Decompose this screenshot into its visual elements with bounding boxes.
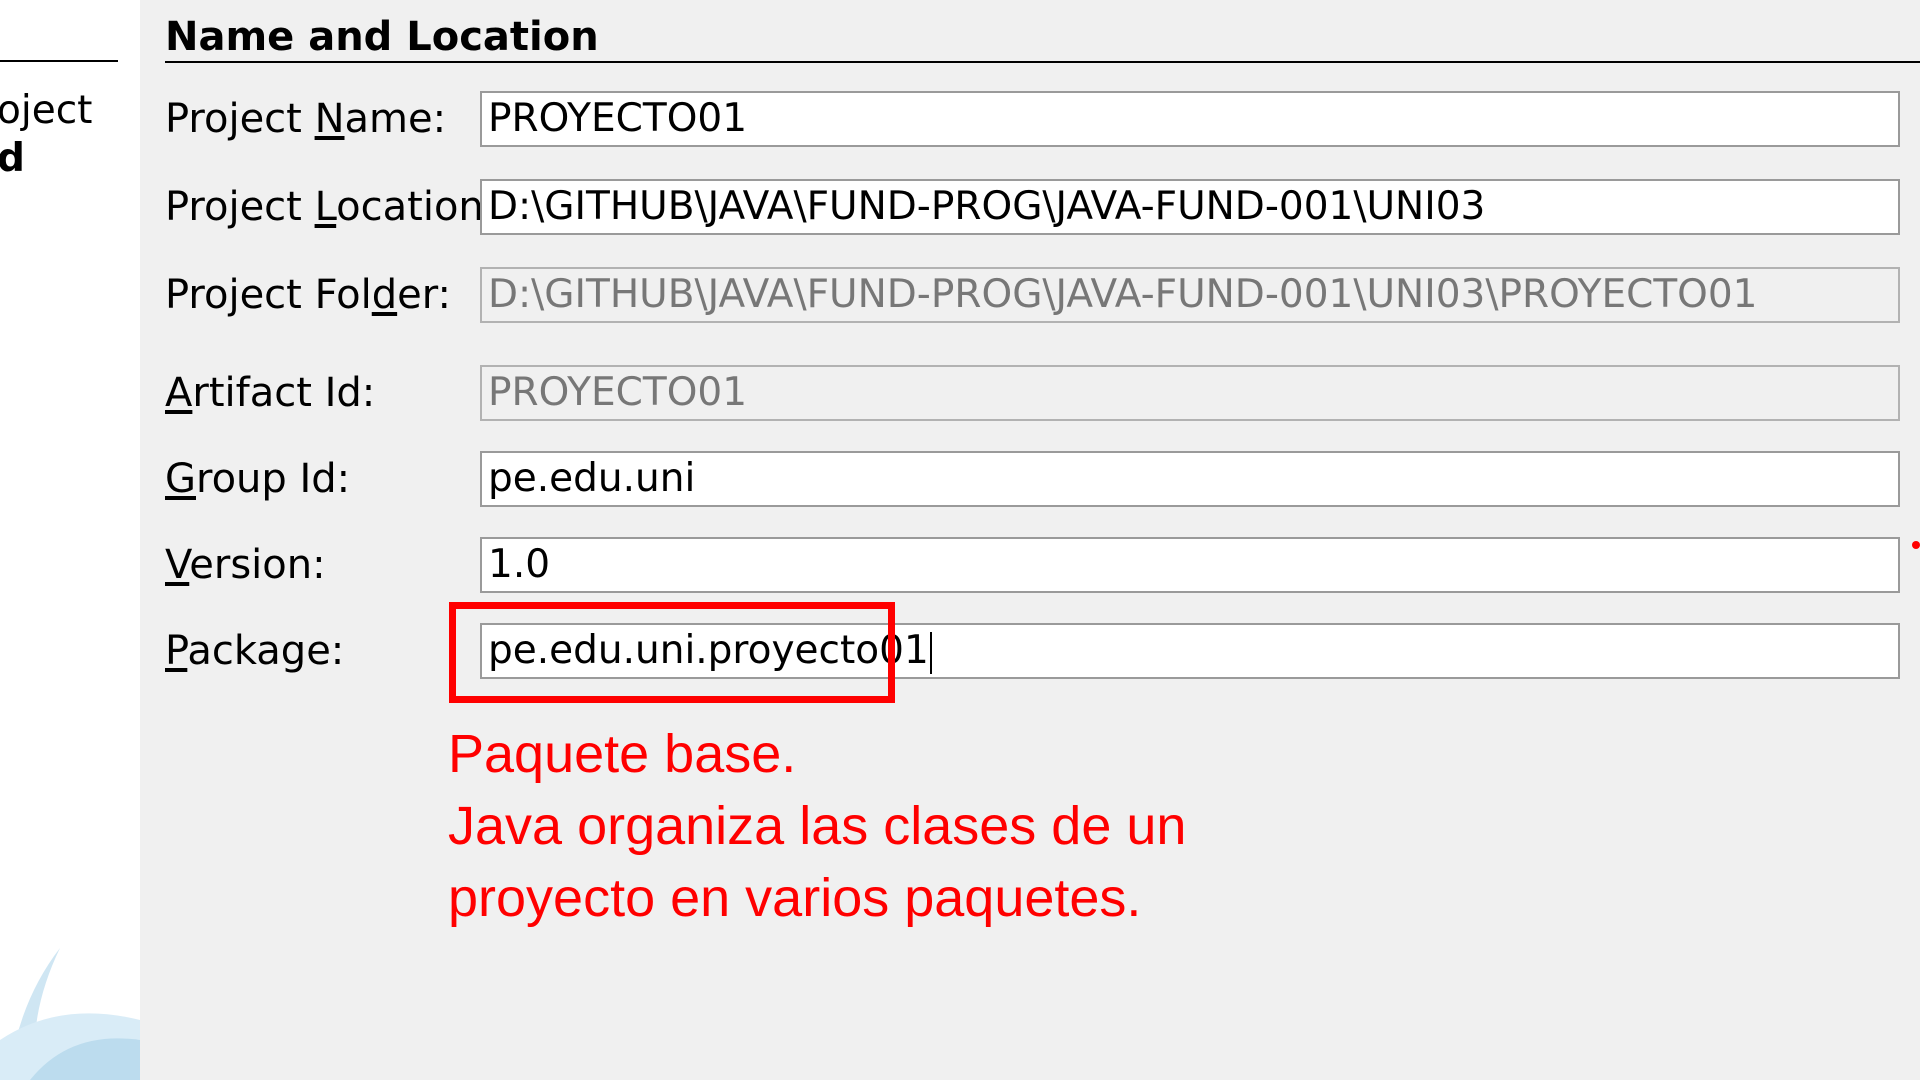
package-label: Package: <box>165 628 345 674</box>
annotation-line-2: Java organiza las clases de un <box>448 796 1187 856</box>
version-label: Version: <box>165 542 326 588</box>
project-folder-label: Project Folder: <box>165 272 451 318</box>
section-title: Name and Location <box>165 14 599 60</box>
package-highlight-box <box>449 602 895 703</box>
project-folder-field: D:\GITHUB\JAVA\FUND-PROG\JAVA-FUND-001\U… <box>480 267 1900 323</box>
version-input[interactable]: 1.0 <box>480 537 1900 593</box>
project-location-input[interactable]: D:\GITHUB\JAVA\FUND-PROG\JAVA-FUND-001\U… <box>480 179 1900 235</box>
group-id-label: Group Id: <box>165 456 351 502</box>
artifact-id-field: PROYECTO01 <box>480 365 1900 421</box>
annotation-line-1: Paquete base. <box>448 724 797 784</box>
annotation-text: Paquete base. Java organiza las clases d… <box>448 718 1348 934</box>
ide-logo-swoosh <box>0 948 140 1080</box>
project-location-label: Project Location: <box>165 184 498 230</box>
step-item-project[interactable]: oject <box>0 88 92 134</box>
step-item-current[interactable]: d <box>0 136 25 182</box>
project-name-input[interactable]: PROYECTO01 <box>480 91 1900 147</box>
section-divider <box>165 61 1920 63</box>
validation-marker <box>1912 541 1920 549</box>
project-name-label: Project Name: <box>165 96 447 142</box>
steps-divider <box>0 60 118 62</box>
annotation-line-3: proyecto en varios paquetes. <box>448 868 1142 928</box>
group-id-input[interactable]: pe.edu.uni <box>480 451 1900 507</box>
artifact-id-label: Artifact Id: <box>165 370 376 416</box>
wizard-steps-panel: oject d <box>0 0 140 1080</box>
